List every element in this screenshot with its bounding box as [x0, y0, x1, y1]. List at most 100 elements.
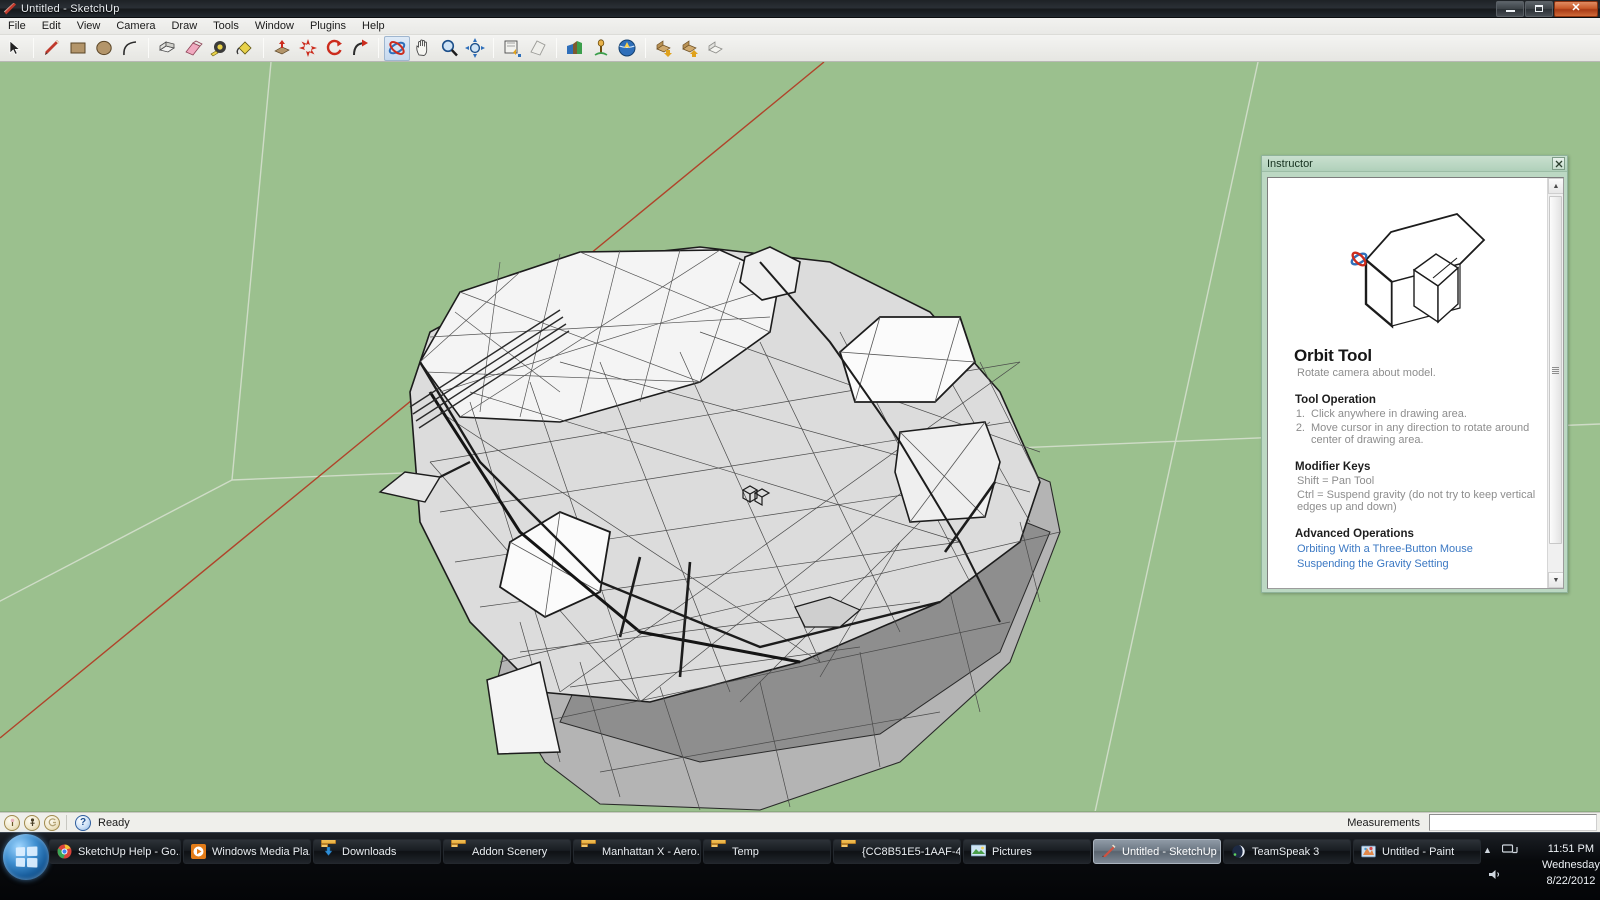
menu-file[interactable]: File: [0, 19, 34, 33]
walk-tool-button[interactable]: [562, 36, 588, 61]
geo-location-tool-button[interactable]: [614, 36, 640, 61]
taskbar-item-paint[interactable]: Untitled - Paint: [1353, 839, 1481, 864]
taskbar-item-teamspeak[interactable]: TeamSpeak 3: [1223, 839, 1351, 864]
get-models-tool-button[interactable]: [651, 36, 677, 61]
media-player-icon: [191, 844, 206, 859]
modifier-key-shift: Shift = Pan Tool: [1297, 475, 1375, 487]
network-icon[interactable]: [1501, 843, 1518, 856]
person-pin-icon[interactable]: [4, 814, 20, 831]
line-tool-button[interactable]: [39, 36, 65, 61]
menu-window[interactable]: Window: [247, 19, 302, 33]
folder-icon: [581, 840, 596, 859]
toolbar-separator: [378, 38, 379, 58]
close-button[interactable]: ✕: [1554, 0, 1598, 17]
scale-tool-button[interactable]: [295, 36, 321, 61]
scrollbar-thumb[interactable]: [1549, 196, 1562, 544]
taskbar-item-pictures[interactable]: Pictures: [963, 839, 1091, 864]
move-tool-button[interactable]: [269, 36, 295, 61]
maximize-button[interactable]: [1525, 0, 1553, 17]
status-bar: ? Ready Measurements: [0, 812, 1600, 832]
chrome-icon: [57, 844, 72, 859]
chevron-up-icon[interactable]: ▲: [1483, 845, 1492, 855]
minimize-button[interactable]: [1496, 0, 1524, 17]
instructor-content-area: Orbit Tool Rotate camera about model. To…: [1267, 177, 1564, 589]
position-camera-tool-button[interactable]: [525, 36, 551, 61]
taskbar-item-temp[interactable]: Temp: [703, 839, 831, 864]
instructor-title-bar[interactable]: Instructor: [1262, 156, 1567, 172]
taskbar-clock[interactable]: 11:51 PM Wednesday 8/22/2012: [1528, 841, 1600, 889]
taskbar-item-label: Pictures: [992, 845, 1032, 858]
menu-draw[interactable]: Draw: [163, 19, 205, 33]
sketchup-pencil-icon: [3, 2, 17, 16]
toolbar-separator: [493, 38, 494, 58]
arc-tool-button[interactable]: [117, 36, 143, 61]
instructor-scroll-content: Orbit Tool Rotate camera about model. To…: [1268, 178, 1549, 588]
menu-edit[interactable]: Edit: [34, 19, 69, 33]
taskbar-item-label: Windows Media Pla...: [212, 845, 311, 858]
drawing-area[interactable]: Instructor Orbit Tool Rotate camera abou…: [0, 62, 1600, 812]
share-model-tool-button[interactable]: [677, 36, 703, 61]
rotate-tool-button[interactable]: [321, 36, 347, 61]
zoom-tool-button[interactable]: [436, 36, 462, 61]
menu-bar: File Edit View Camera Draw Tools Window …: [0, 18, 1600, 35]
pushpull-tool-button[interactable]: [154, 36, 180, 61]
title-bar: Untitled - SketchUp ✕: [0, 0, 1600, 18]
folder-icon: [841, 840, 856, 859]
speaker-icon[interactable]: [1488, 868, 1504, 886]
section-plane-tool-button[interactable]: [499, 36, 525, 61]
paint-bucket-tool-button[interactable]: [232, 36, 258, 61]
zoom-extents-tool-button[interactable]: [462, 36, 488, 61]
link-orbiting-three-button-mouse[interactable]: Orbiting With a Three-Button Mouse: [1297, 543, 1539, 555]
rectangle-tool-button[interactable]: [65, 36, 91, 61]
menu-camera[interactable]: Camera: [108, 19, 163, 33]
taskbar-item-label: Addon Scenery: [472, 845, 548, 858]
modifier-key-ctrl: Ctrl = Suspend gravity (do not try to ke…: [1297, 489, 1536, 513]
taskbar-item-sketchup-help[interactable]: SketchUp Help - Go...: [49, 839, 181, 864]
menu-tools[interactable]: Tools: [205, 19, 247, 33]
pictures-icon: [970, 844, 987, 859]
scroll-down-arrow-icon[interactable]: ▼: [1548, 572, 1563, 588]
instructor-panel[interactable]: Instructor Orbit Tool Rotate camera abou…: [1261, 155, 1568, 593]
taskbar-item-sketchup[interactable]: Untitled - SketchUp: [1093, 839, 1221, 864]
orbit-tool-button[interactable]: [384, 35, 410, 61]
instructor-heading: Orbit Tool: [1294, 346, 1372, 365]
menu-plugins[interactable]: Plugins: [302, 19, 354, 33]
section-title-tool-operation: Tool Operation: [1295, 394, 1376, 406]
measurements-input[interactable]: [1429, 814, 1597, 831]
taskbar-item-label: {CC8B51E5-1AAF-4...: [862, 845, 961, 858]
taskbar-item-label: Untitled - Paint: [1382, 845, 1455, 858]
followme-tool-button[interactable]: [347, 36, 373, 61]
house-orbit-preview-image: [1350, 212, 1486, 329]
link-suspending-gravity-setting[interactable]: Suspending the Gravity Setting: [1297, 558, 1539, 570]
tool-operation-item-2: 2. Move cursor in any direction to rotat…: [1294, 422, 1539, 446]
circle-tool-button[interactable]: [91, 36, 117, 61]
folder-icon: [451, 840, 466, 859]
person-icon[interactable]: [24, 814, 40, 831]
sketchup-application-window: Untitled - SketchUp ✕ File Edit View Cam…: [0, 0, 1600, 900]
share-component-tool-button[interactable]: [703, 36, 729, 61]
question-mark-icon[interactable]: ?: [75, 814, 91, 831]
menu-help[interactable]: Help: [354, 19, 393, 33]
eraser-tool-button[interactable]: [180, 36, 206, 61]
geo-icon[interactable]: [44, 814, 60, 831]
close-icon[interactable]: [1552, 157, 1565, 170]
instructor-scrollbar[interactable]: ▲ ▼: [1547, 178, 1563, 588]
taskbar-item-addon-scenery[interactable]: Addon Scenery: [443, 839, 571, 864]
windows-taskbar: SketchUp Help - Go... Windows Media Pla.…: [0, 832, 1600, 900]
menu-view[interactable]: View: [69, 19, 109, 33]
toolbar-separator: [148, 38, 149, 58]
look-around-tool-button[interactable]: [588, 36, 614, 61]
taskbar-item-guid-folder[interactable]: {CC8B51E5-1AAF-4...: [833, 839, 961, 864]
taskbar-item-manhattan-x[interactable]: Manhattan X - Aero...: [573, 839, 701, 864]
instructor-subtitle: Rotate camera about model.: [1297, 367, 1436, 379]
status-separator: [66, 815, 67, 830]
taskbar-item-label: Manhattan X - Aero...: [602, 845, 701, 858]
taskbar-item-windows-media-player[interactable]: Windows Media Pla...: [183, 839, 311, 864]
tape-measure-tool-button[interactable]: [206, 36, 232, 61]
select-tool-button[interactable]: [2, 36, 28, 61]
taskbar-item-downloads[interactable]: Downloads: [313, 839, 441, 864]
scroll-up-arrow-icon[interactable]: ▲: [1548, 178, 1563, 194]
pan-tool-button[interactable]: [410, 36, 436, 61]
instructor-panel-title: Instructor: [1267, 157, 1313, 170]
windows-start-orb[interactable]: [3, 834, 49, 880]
